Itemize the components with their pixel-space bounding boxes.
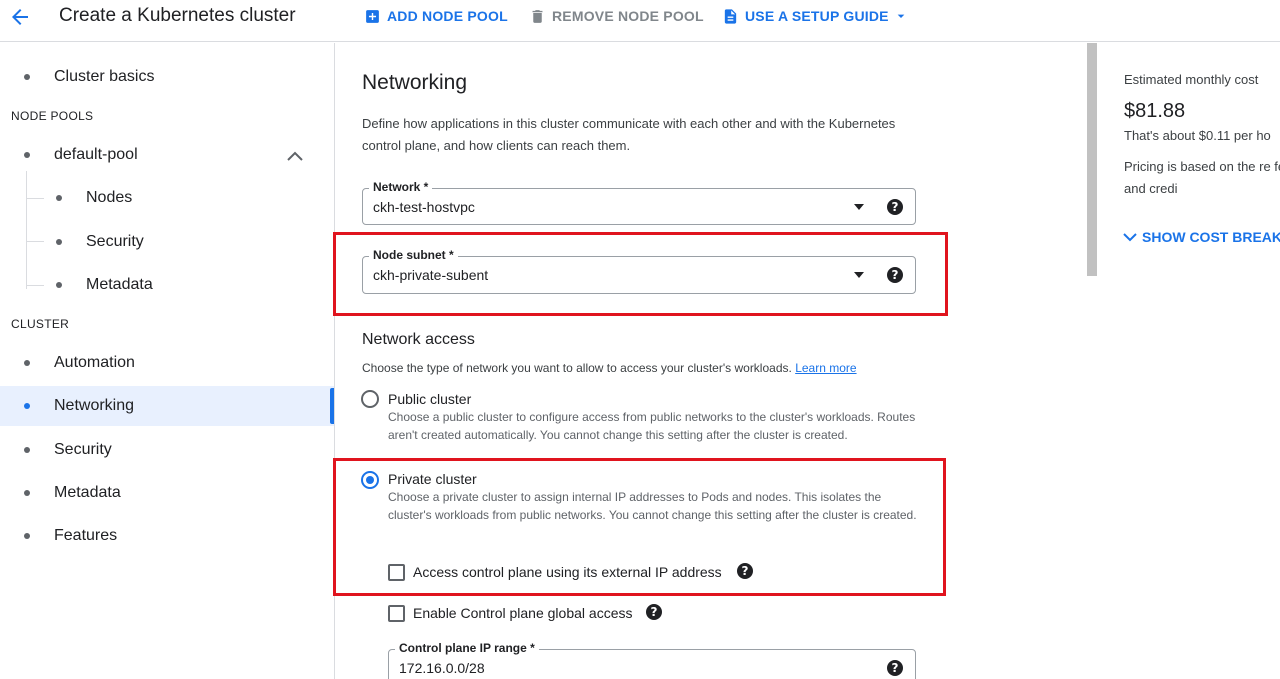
nav-item-default-pool[interactable]: default-pool — [0, 135, 334, 175]
private-cluster-radio[interactable] — [361, 471, 379, 489]
node-subnet-label: Node subnet * — [369, 248, 458, 262]
nav-section-cluster: CLUSTER — [11, 317, 70, 331]
bullet-icon — [56, 282, 62, 288]
setup-guide-label: USE A SETUP GUIDE — [745, 8, 889, 24]
nav-item-label: Features — [54, 527, 118, 544]
bullet-icon — [24, 403, 30, 409]
dropdown-caret-icon — [854, 272, 864, 278]
scrollbar-thumb[interactable] — [1087, 43, 1097, 276]
bullet-icon — [56, 239, 62, 245]
page-title: Create a Kubernetes cluster — [59, 5, 296, 26]
bullet-icon — [24, 533, 30, 539]
left-navigation: Cluster basics NODE POOLS default-pool N… — [0, 43, 335, 679]
global-access-checkbox-label: Enable Control plane global access — [413, 605, 633, 621]
external-ip-checkbox[interactable] — [388, 564, 405, 581]
private-cluster-description: Choose a private cluster to assign inter… — [388, 490, 917, 522]
nav-item-pool-security[interactable]: Security — [0, 222, 334, 262]
nav-item-label: Cluster basics — [54, 68, 155, 85]
help-icon[interactable]: ? — [646, 604, 662, 620]
add-box-icon — [366, 9, 379, 23]
network-label: Network * — [369, 180, 433, 194]
back-arrow-icon[interactable] — [8, 5, 32, 29]
chevron-up-icon[interactable] — [286, 149, 304, 163]
show-cost-breakdown-button[interactable]: SHOW COST BREAKD — [1122, 229, 1280, 245]
chevron-down-icon — [1123, 233, 1137, 242]
network-access-description: Choose the type of network you want to a… — [362, 361, 857, 375]
section-description: Define how applications in this cluster … — [362, 116, 896, 153]
show-cost-breakdown-label: SHOW COST BREAKD — [1142, 229, 1280, 245]
help-icon[interactable]: ? — [887, 199, 903, 215]
dropdown-caret-icon — [897, 14, 905, 18]
nav-item-networking[interactable]: Networking — [0, 386, 334, 426]
public-cluster-label: Public cluster — [388, 391, 472, 407]
top-bar: Create a Kubernetes cluster ADD NODE POO… — [0, 0, 1280, 42]
add-node-pool-button[interactable]: ADD NODE POOL — [364, 6, 508, 26]
cost-panel: Estimated monthly cost $81.88 That's abo… — [1100, 43, 1280, 679]
public-cluster-radio[interactable] — [361, 390, 379, 408]
nav-item-label: default-pool — [54, 146, 138, 163]
estimated-cost-label: Estimated monthly cost — [1124, 72, 1259, 87]
nav-item-metadata[interactable]: Metadata — [0, 473, 334, 513]
section-heading: Networking — [362, 71, 468, 94]
network-access-heading: Network access — [362, 331, 475, 348]
help-icon[interactable]: ? — [737, 563, 753, 579]
learn-more-link[interactable]: Learn more — [795, 361, 856, 375]
nav-item-label: Metadata — [86, 276, 153, 293]
nav-item-label: Security — [54, 441, 112, 458]
global-access-checkbox[interactable] — [388, 605, 405, 622]
node-subnet-value: ckh-private-subent — [373, 267, 489, 283]
nav-item-security[interactable]: Security — [0, 430, 334, 470]
remove-node-pool-button[interactable]: REMOVE NODE POOL — [529, 6, 704, 26]
help-icon[interactable]: ? — [887, 660, 903, 676]
nav-item-nodes[interactable]: Nodes — [0, 178, 334, 218]
nav-item-label: Metadata — [54, 484, 121, 501]
bullet-icon — [24, 152, 30, 158]
help-icon[interactable]: ? — [887, 267, 903, 283]
nav-item-label: Networking — [54, 397, 135, 414]
networking-form: Networking Define how applications in th… — [333, 43, 1086, 679]
trash-icon — [532, 9, 543, 23]
private-cluster-label: Private cluster — [388, 471, 477, 487]
nav-item-label: Security — [86, 233, 144, 250]
node-subnet-select[interactable]: Node subnet * ckh-private-subent ? — [362, 248, 916, 294]
nav-item-automation[interactable]: Automation — [0, 343, 334, 383]
nav-item-features[interactable]: Features — [0, 516, 334, 556]
remove-node-pool-label: REMOVE NODE POOL — [552, 8, 704, 24]
bullet-icon — [24, 74, 30, 80]
nav-item-label: Automation — [54, 354, 135, 371]
external-ip-checkbox-label: Access control plane using its external … — [413, 564, 722, 580]
network-value: ckh-test-hostvpc — [373, 199, 475, 215]
bullet-icon — [24, 490, 30, 496]
hourly-cost-text: That's about $0.11 per ho — [1124, 128, 1271, 143]
add-node-pool-label: ADD NODE POOL — [387, 8, 508, 24]
network-select[interactable]: Network * ckh-test-hostvpc ? — [362, 180, 916, 225]
document-icon — [724, 8, 737, 24]
estimated-cost-amount: $81.88 — [1124, 100, 1186, 122]
control-plane-ip-range-field[interactable]: Control plane IP range * 172.16.0.0/28 ? — [388, 641, 916, 679]
nav-item-pool-metadata[interactable]: Metadata — [0, 265, 334, 305]
bullet-icon — [24, 360, 30, 366]
nav-item-label: Nodes — [86, 189, 133, 206]
network-access-text: Choose the type of network you want to a… — [362, 361, 792, 375]
control-plane-ip-range-value: 172.16.0.0/28 — [399, 660, 485, 676]
bullet-icon — [56, 195, 62, 201]
control-plane-ip-range-label: Control plane IP range * — [395, 641, 539, 655]
pricing-note: Pricing is based on the re fees, discoun… — [1124, 159, 1280, 196]
nav-item-cluster-basics[interactable]: Cluster basics — [0, 57, 334, 97]
bullet-icon — [24, 447, 30, 453]
dropdown-caret-icon — [854, 204, 864, 210]
public-cluster-description: Choose a public cluster to configure acc… — [388, 410, 916, 442]
setup-guide-button[interactable]: USE A SETUP GUIDE — [722, 6, 909, 26]
nav-section-node-pools: NODE POOLS — [11, 109, 94, 123]
